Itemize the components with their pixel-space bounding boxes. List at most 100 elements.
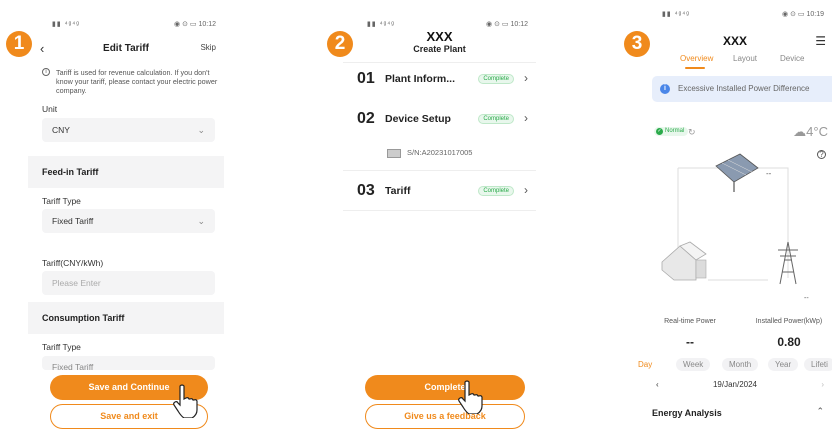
step-number: 02 (357, 110, 375, 127)
hand-pointer-icon (458, 380, 483, 414)
tab-overview[interactable]: Overview (680, 54, 713, 63)
step-badge-2: 2 (327, 31, 353, 57)
status-bar: ▮▮ ⁴ᵍ⁴ᵍ ◉ ⊙ ▭ 10:12 (28, 20, 224, 34)
tariff-label: Tariff(CNY/kWh) (42, 258, 104, 268)
inverter-icon (387, 148, 401, 158)
status-bar: ▮▮ ⁴ᵍ⁴ᵍ ◉ ⊙ ▭ 10:19 (638, 10, 832, 24)
step-number: 03 (357, 182, 375, 199)
chevron-down-icon: ⌄ (197, 216, 205, 226)
unit-value: CNY (52, 125, 70, 135)
step-row-plant-info[interactable]: 01 Plant Inform... Complete › (343, 70, 536, 90)
tab-layout[interactable]: Layout (733, 54, 757, 63)
status-time: ◉ ⊙ ▭ 10:19 (782, 11, 824, 18)
info-text: Tariff is used for revenue calculation. … (56, 68, 218, 95)
check-icon: ✓ (656, 128, 663, 135)
tariff-input[interactable]: Please Enter (42, 271, 215, 295)
date-navigator: ‹ 19/Jan/2024 › (638, 380, 832, 394)
signal-icon: ▮▮ ⁴ᵍ⁴ᵍ (367, 21, 395, 28)
energy-analysis-title: Energy Analysis (652, 408, 722, 418)
divider (343, 170, 536, 171)
hand-pointer-icon (173, 384, 198, 418)
feedback-button[interactable]: Give us a feedback (365, 404, 525, 429)
consumption-section-title: Consumption Tariff (42, 313, 125, 323)
tariff-type-label: Tariff Type (42, 196, 81, 206)
refresh-icon[interactable]: ↻ (688, 127, 696, 138)
status-badge: ✓ Normal (654, 127, 689, 136)
status-time: ◉ ⊙ ▭ 10:12 (486, 21, 528, 28)
plant-name: XXX (426, 29, 453, 44)
realtime-power-stat: Real-time Power -- (658, 318, 722, 349)
step-row-tariff[interactable]: 03 Tariff Complete › (343, 182, 536, 202)
info-icon: i (42, 68, 50, 76)
create-plant-screen: ▮▮ ⁴ᵍ⁴ᵍ ◉ ⊙ ▭ 10:12 XXX Create Plant 01 … (343, 0, 536, 429)
active-tab-indicator (685, 67, 705, 69)
complete-button[interactable]: Complete (365, 375, 525, 400)
step-badge-1: 1 (6, 31, 32, 57)
tab-lifetime[interactable]: Lifeti (804, 358, 832, 371)
status-badge: Complete (478, 74, 514, 84)
chevron-down-icon: ⌄ (197, 125, 205, 135)
feed-in-section-header: Feed-in Tariff (28, 156, 224, 188)
temperature-value: 4°C (806, 124, 828, 139)
serial-number: S/N:A20231017005 (407, 148, 473, 157)
plant-name: XXX (722, 34, 747, 48)
info-note: i Tariff is used for revenue calculation… (42, 68, 218, 95)
device-serial: S/N:A20231017005 (387, 148, 472, 158)
consumption-section-header: Consumption Tariff (28, 302, 224, 334)
step-row-device-setup[interactable]: 02 Device Setup Complete › (343, 110, 536, 130)
page-title: Edit Tariff (103, 43, 149, 54)
date-value[interactable]: 19/Jan/2024 (638, 380, 832, 389)
step-name: Device Setup (385, 113, 451, 125)
solar-panel-icon (715, 153, 759, 192)
grid-value: -- (804, 295, 809, 302)
signal-icon: ▮▮ ⁴ᵍ⁴ᵍ (662, 11, 690, 18)
unit-select[interactable]: CNY ⌄ (42, 118, 215, 142)
status-time: ◉ ⊙ ▭ 10:12 (174, 21, 216, 28)
installed-power-stat: Installed Power(kWp) 0.80 (746, 318, 832, 349)
top-tabs: Overview Layout Device (638, 54, 832, 70)
status-badge: Complete (478, 186, 514, 196)
weather-temperature: ☁4°C (793, 124, 828, 139)
realtime-power-label: Real-time Power (664, 318, 716, 325)
skip-link[interactable]: Skip (200, 43, 216, 52)
step-name: Tariff (385, 185, 411, 197)
step-name: Plant Inform... (385, 73, 456, 85)
consumption-type-select[interactable]: Fixed Tariff (42, 356, 215, 370)
tab-week[interactable]: Week (676, 358, 711, 371)
pv-value: -- (766, 169, 772, 178)
status-text: Normal (665, 128, 685, 134)
chevron-right-icon[interactable]: › (821, 380, 824, 389)
tariff-type-select[interactable]: Fixed Tariff ⌄ (42, 209, 215, 233)
header: ‹ Edit Tariff Skip (28, 42, 224, 58)
installed-power-label: Installed Power(kWp) (755, 318, 823, 325)
house-icon (661, 241, 707, 281)
alert-banner[interactable]: i Excessive Installed Power Difference (652, 76, 832, 102)
feed-in-section-title: Feed-in Tariff (42, 167, 99, 177)
header: XXX Create Plant (343, 30, 536, 55)
tab-device[interactable]: Device (780, 54, 804, 63)
page-title: Create Plant (413, 44, 466, 54)
chevron-right-icon: › (524, 71, 528, 85)
divider (343, 210, 536, 211)
edit-tariff-screen: ▮▮ ⁴ᵍ⁴ᵍ ◉ ⊙ ▭ 10:12 ‹ Edit Tariff Skip i… (28, 0, 224, 429)
tab-year[interactable]: Year (768, 358, 799, 371)
status-badge: Complete (478, 114, 514, 124)
tab-day[interactable]: Day (638, 358, 659, 371)
chevron-right-icon: › (524, 111, 528, 125)
tab-month[interactable]: Month (722, 358, 759, 371)
menu-icon[interactable]: ☰ (815, 34, 826, 48)
realtime-power-value: -- (686, 335, 694, 349)
chevron-up-icon[interactable]: ⌃ (816, 406, 824, 417)
step-badge-3: 3 (624, 31, 650, 57)
chevron-right-icon: › (524, 183, 528, 197)
plant-overview-screen: ▮▮ ⁴ᵍ⁴ᵍ ◉ ⊙ ▭ 10:19 XXX ☰ Overview Layou… (638, 0, 832, 429)
alert-text: Excessive Installed Power Difference (678, 84, 810, 93)
installed-power-value: 0.80 (777, 335, 801, 349)
signal-icon: ▮▮ ⁴ᵍ⁴ᵍ (52, 21, 80, 28)
divider (343, 62, 536, 63)
consumption-type-label: Tariff Type (42, 342, 81, 352)
period-tabs: Day Week Month Year Lifeti (638, 358, 832, 372)
unit-label: Unit (42, 104, 58, 114)
step-number: 01 (357, 70, 375, 87)
consumption-type-value: Fixed Tariff (52, 362, 94, 370)
